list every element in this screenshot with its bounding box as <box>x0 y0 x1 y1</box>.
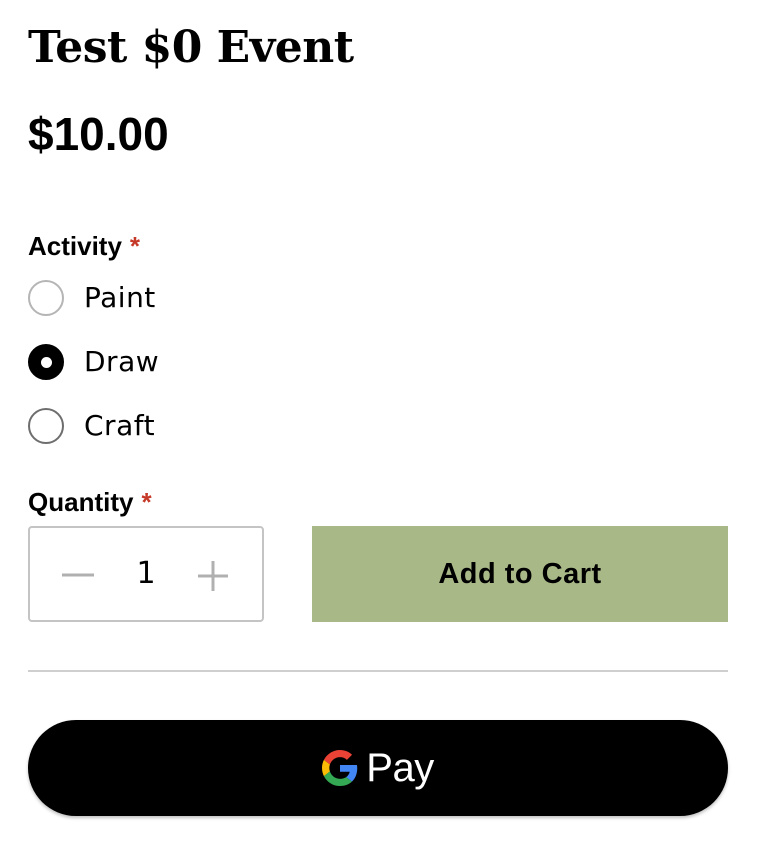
product-title: Test $0 Event <box>28 22 354 73</box>
radio-label-craft: Craft <box>84 409 156 442</box>
required-asterisk: * <box>129 231 141 261</box>
activity-label-text: Activity <box>28 231 122 261</box>
google-pay-button[interactable]: Pay <box>28 720 728 816</box>
activity-label: Activity * <box>28 230 140 262</box>
radio-option-draw[interactable]: Draw <box>28 342 159 382</box>
radio-button-craft[interactable] <box>28 408 64 444</box>
radio-label-draw: Draw <box>84 345 160 378</box>
google-pay-content: Pay <box>28 720 728 816</box>
radio-button-draw[interactable] <box>28 344 64 380</box>
google-g-icon <box>322 750 358 786</box>
quantity-label: Quantity * <box>28 486 152 518</box>
divider <box>28 670 728 672</box>
quantity-stepper: 1 <box>28 526 264 622</box>
decrement-button[interactable] <box>36 528 116 620</box>
radio-option-paint[interactable]: Paint <box>28 278 156 318</box>
minus-icon <box>62 573 94 577</box>
quantity-label-text: Quantity <box>28 487 134 517</box>
product-price: $10.00 <box>28 108 169 160</box>
add-to-cart-button[interactable]: Add to Cart <box>312 526 728 622</box>
plus-icon <box>198 561 228 591</box>
radio-label-paint: Paint <box>84 281 156 314</box>
quantity-input[interactable]: 1 <box>110 528 182 620</box>
increment-button[interactable] <box>176 528 256 620</box>
radio-button-paint[interactable] <box>28 280 64 316</box>
google-pay-label: Pay <box>366 746 434 790</box>
required-asterisk: * <box>141 487 152 517</box>
radio-option-craft[interactable]: Craft <box>28 406 155 446</box>
